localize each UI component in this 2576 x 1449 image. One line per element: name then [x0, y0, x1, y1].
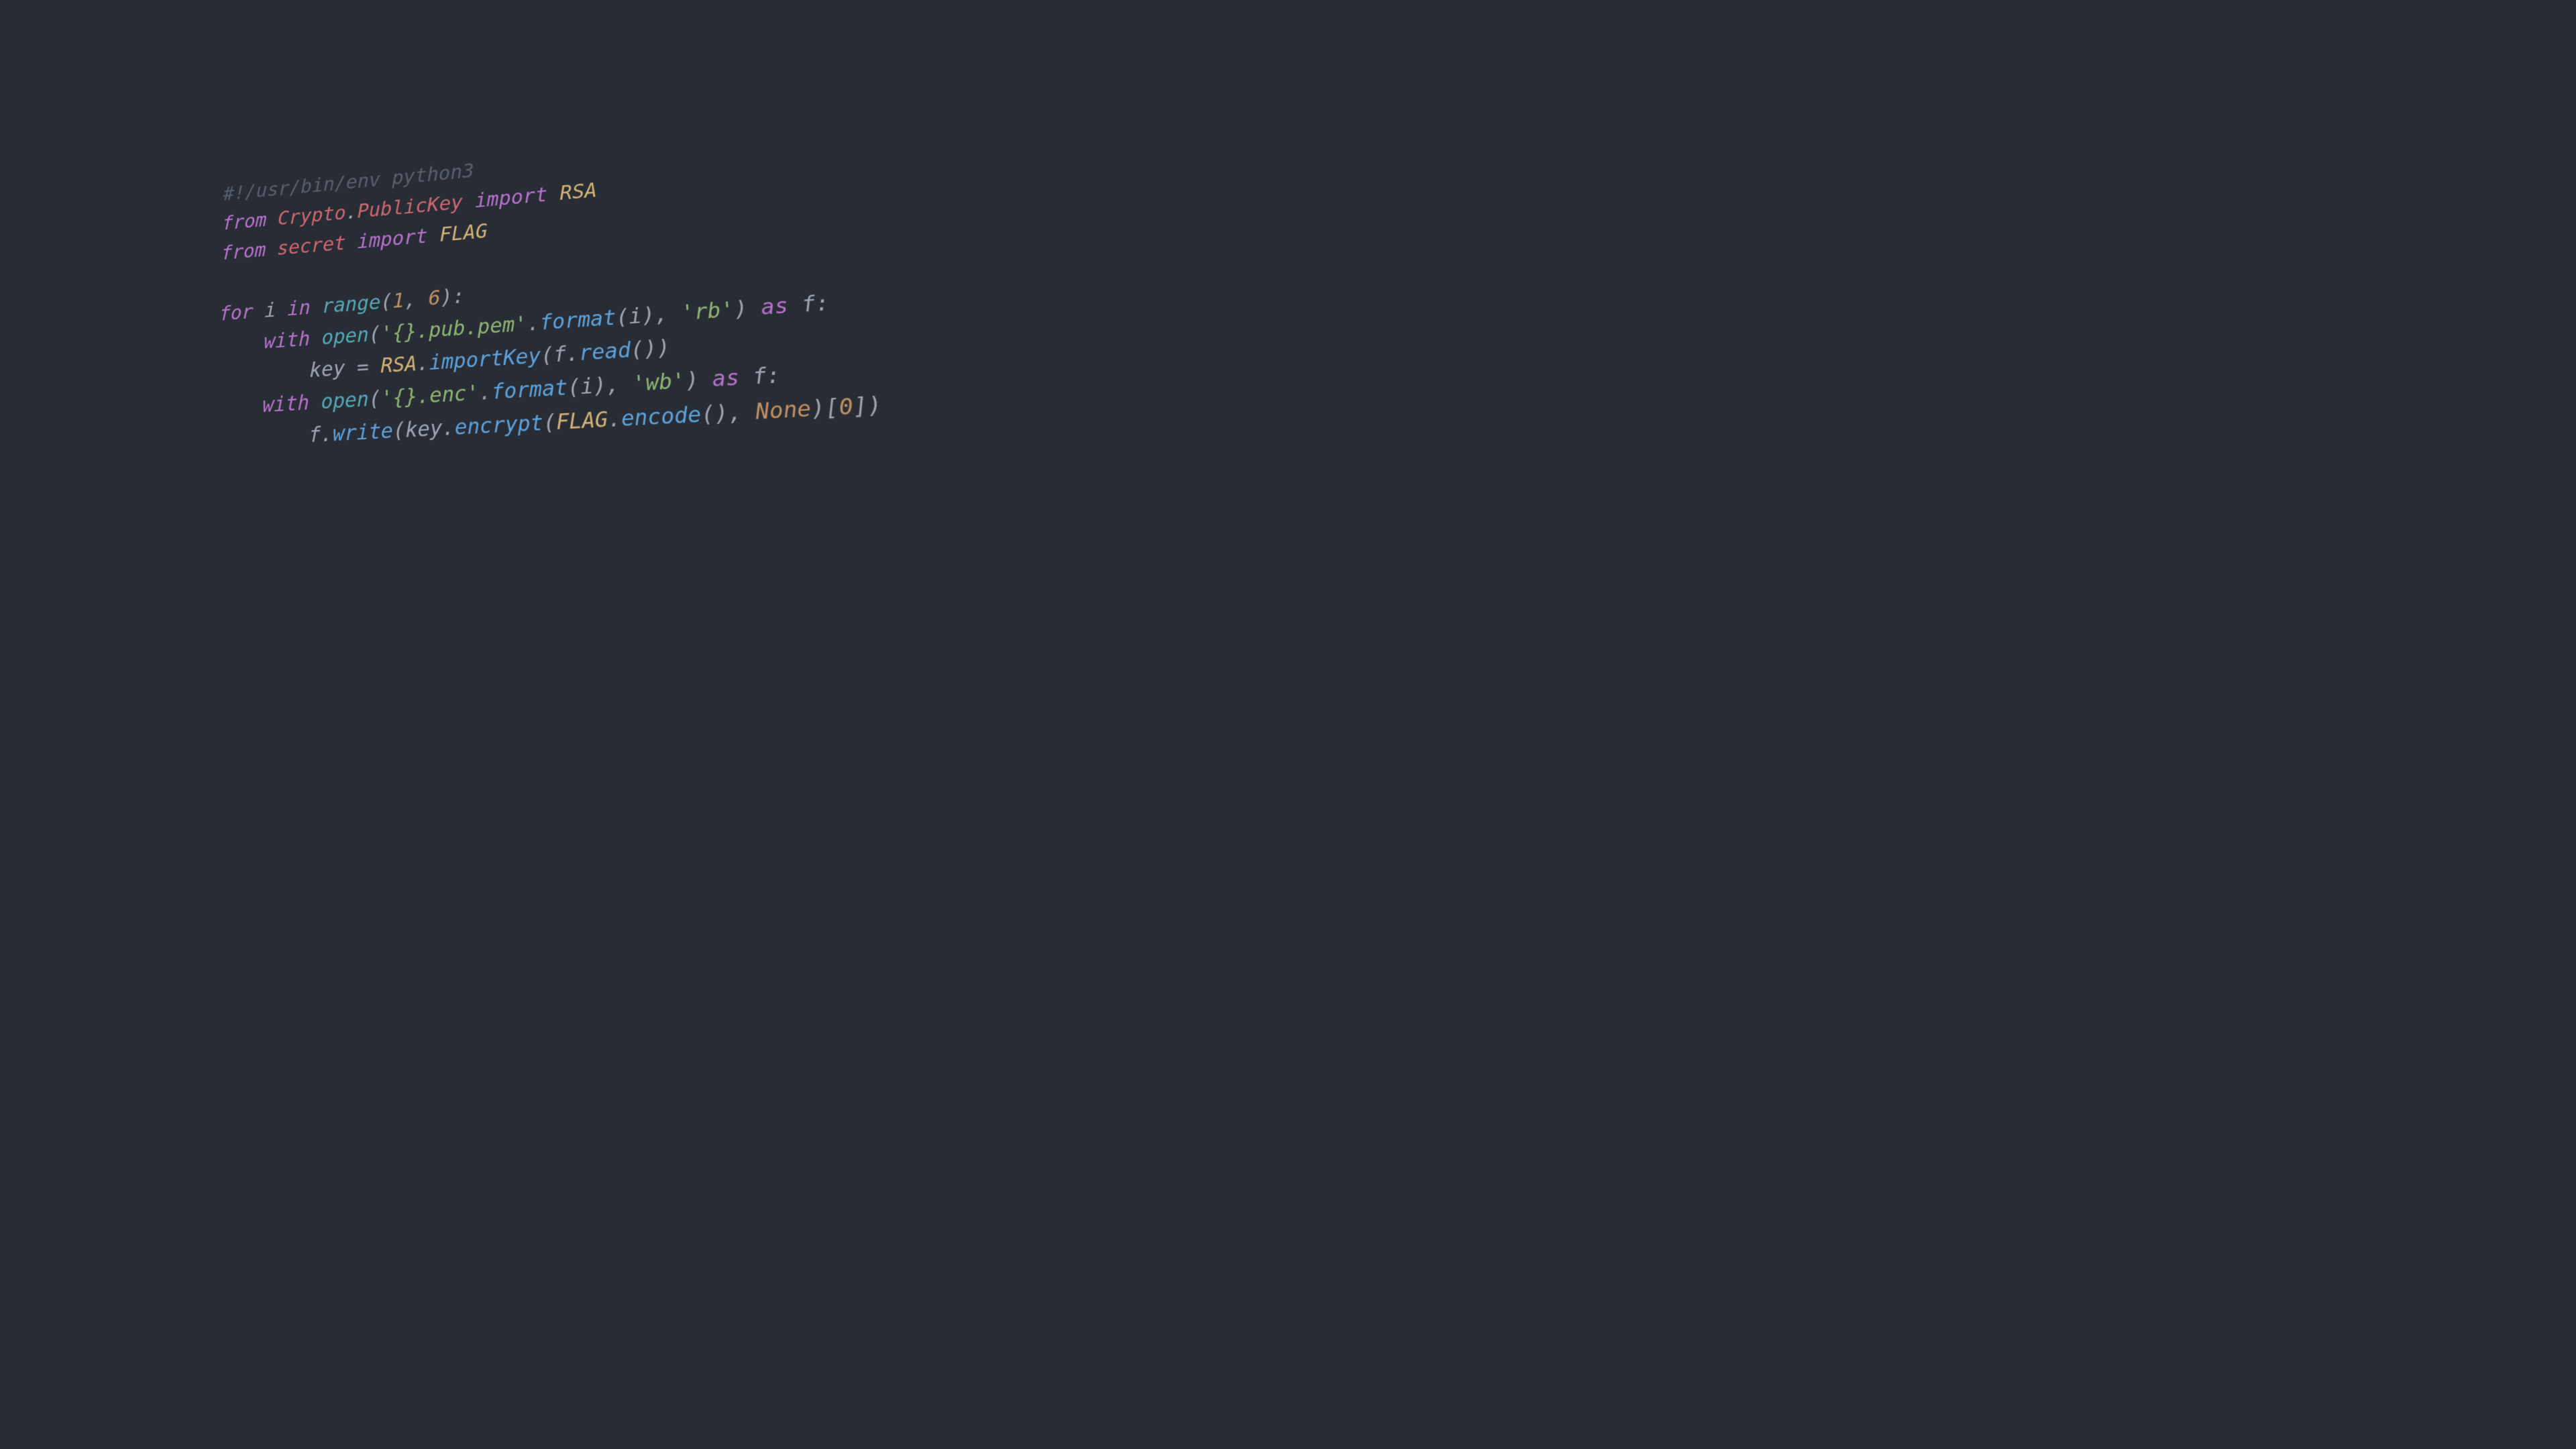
code-token: import	[474, 183, 547, 213]
code-token: 'wb'	[632, 368, 686, 397]
code-token: (	[543, 410, 557, 436]
code-token: from	[222, 209, 267, 235]
code-token: open	[321, 387, 368, 415]
code-token	[216, 394, 263, 421]
code-token: '{}.enc'	[381, 380, 480, 411]
code-token: ,	[405, 287, 429, 313]
code-token	[427, 223, 439, 248]
code-token: RSA	[381, 352, 417, 378]
code-token: (i),	[567, 371, 633, 400]
code-token: .	[479, 380, 492, 405]
code-token: 'rb'	[680, 297, 735, 326]
code-token: .	[608, 406, 622, 433]
code-token: encode	[621, 402, 702, 432]
python-code-block: #!/usr/bin/env python3from Crypto.Public…	[215, 119, 883, 457]
code-token: )	[685, 366, 714, 394]
code-token: f.	[215, 422, 333, 453]
code-token: format	[491, 375, 568, 405]
code-token: PublicKey	[358, 191, 464, 223]
code-token: secret	[277, 231, 345, 260]
code-token	[266, 207, 278, 231]
code-token	[310, 326, 322, 351]
code-token: open	[321, 323, 368, 350]
code-token: (	[369, 386, 381, 412]
code-token: write	[333, 419, 393, 447]
code-token	[218, 330, 264, 357]
code-token: Crypto	[278, 201, 346, 230]
code-stage: #!/usr/bin/env python3from Crypto.Public…	[0, 0, 977, 547]
code-token: f:	[787, 290, 830, 319]
code-token: 6	[428, 286, 440, 311]
code-token: (f.	[541, 341, 580, 368]
code-token: as	[711, 365, 740, 392]
code-token: FLAG	[555, 407, 608, 435]
code-token: FLAG	[439, 219, 488, 247]
code-token: encrypt	[455, 411, 544, 441]
code-token: f:	[739, 362, 782, 390]
code-token: ])	[852, 392, 883, 420]
code-token: '{}.pub.pem'	[380, 312, 527, 346]
code-token: with	[264, 327, 310, 354]
code-token: range	[322, 290, 381, 319]
code-token: (i),	[615, 301, 682, 330]
code-token: 1	[392, 288, 405, 313]
code-token	[547, 182, 561, 206]
code-token: format	[539, 305, 616, 335]
code-token: for	[219, 300, 254, 325]
code-token: ):	[440, 284, 465, 309]
code-token: from	[221, 238, 266, 264]
code-token: in	[287, 296, 311, 321]
code-token: ())	[630, 335, 671, 362]
code-token	[345, 231, 357, 255]
code-token: )[	[810, 394, 841, 423]
code-token: )	[733, 295, 762, 322]
code-token	[463, 190, 476, 214]
code-token: as	[760, 293, 790, 321]
code-token: (),	[700, 399, 757, 428]
code-token: .	[527, 311, 540, 336]
code-token: with	[262, 390, 309, 417]
code-token: i	[253, 298, 288, 323]
code-token: (key.	[393, 415, 455, 443]
code-token: .	[345, 201, 357, 224]
code-token: RSA	[559, 178, 598, 205]
code-token	[309, 390, 321, 415]
code-token	[266, 237, 278, 261]
code-token: read	[578, 337, 631, 366]
code-token	[311, 295, 323, 319]
code-token: importKey	[429, 343, 541, 375]
code-token: (	[369, 322, 381, 347]
code-token: (	[380, 290, 392, 315]
code-token: .	[417, 351, 429, 376]
code-token: None	[755, 396, 812, 425]
code-token: import	[358, 225, 428, 254]
